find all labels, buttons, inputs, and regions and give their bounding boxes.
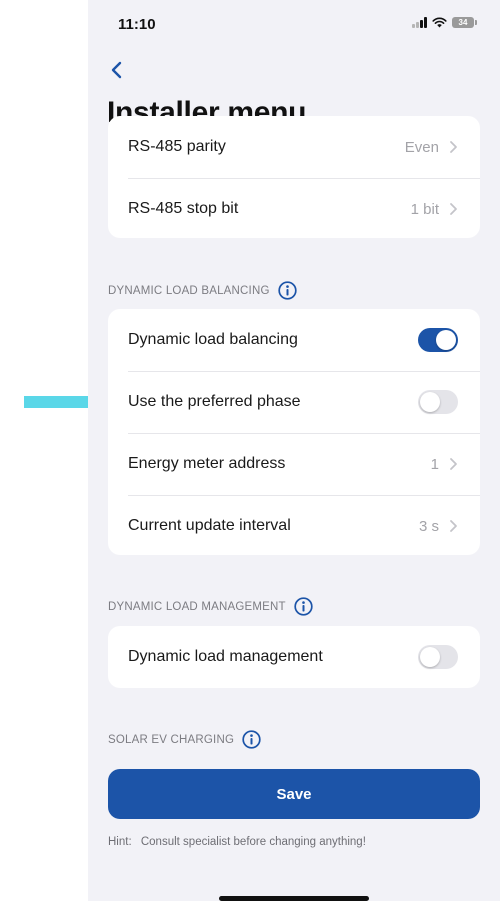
status-time: 11:10	[118, 16, 156, 33]
chevron-left-icon	[111, 61, 122, 79]
save-button[interactable]: Save	[108, 769, 480, 819]
chevron-right-icon	[450, 203, 457, 215]
rs485-settings-card: RS-485 parity Even RS-485 stop bit 1 bit	[108, 116, 480, 238]
dynamic-load-balancing-toggle[interactable]	[418, 328, 458, 352]
back-button[interactable]	[108, 58, 130, 82]
section-header-dynamic-load-balancing: DYNAMIC LOAD BALANCING	[108, 281, 297, 300]
info-icon[interactable]	[242, 730, 261, 749]
section-header-text: DYNAMIC LOAD BALANCING	[108, 284, 270, 297]
dynamic-load-balancing-row: Dynamic load balancing	[108, 309, 480, 371]
section-header-dynamic-load-management: DYNAMIC LOAD MANAGEMENT	[108, 597, 313, 616]
hint-text: Hint: Consult specialist before changing…	[108, 836, 366, 848]
current-update-interval-value: 3 s	[418, 517, 439, 535]
section-header-text: DYNAMIC LOAD MANAGEMENT	[108, 600, 286, 613]
preferred-phase-label: Use the preferred phase	[128, 393, 301, 410]
energy-meter-address-label: Energy meter address	[128, 455, 286, 472]
status-bar: 11:10 34	[88, 0, 500, 52]
signal-icon	[412, 17, 427, 28]
rs485-parity-row[interactable]: RS-485 parity Even	[108, 116, 480, 178]
info-icon[interactable]	[277, 281, 297, 300]
current-update-interval-row[interactable]: Current update interval 3 s	[108, 495, 480, 555]
section-header-solar-ev-charging: SOLAR EV CHARGING	[108, 730, 261, 749]
info-icon[interactable]	[294, 597, 313, 616]
home-indicator	[219, 896, 369, 901]
preferred-phase-toggle[interactable]	[418, 390, 458, 414]
energy-meter-address-row[interactable]: Energy meter address 1	[108, 433, 480, 495]
rs485-stop-bit-label: RS-485 stop bit	[128, 200, 239, 217]
dynamic-load-management-row: Dynamic load management	[108, 626, 480, 688]
energy-meter-address-value: 1	[430, 455, 439, 473]
rs485-parity-value: Even	[404, 138, 439, 156]
dynamic-load-balancing-card: Dynamic load balancing Use the preferred…	[108, 309, 480, 555]
rs485-parity-label: RS-485 parity	[128, 138, 226, 155]
chevron-right-icon	[450, 458, 457, 470]
battery-icon: 34	[452, 17, 477, 28]
section-header-text: SOLAR EV CHARGING	[108, 733, 235, 746]
dynamic-load-management-card: Dynamic load management	[108, 626, 480, 688]
chevron-right-icon	[450, 141, 457, 153]
dynamic-load-management-toggle[interactable]	[418, 645, 458, 669]
status-icons: 34	[412, 17, 477, 28]
phone-screen: 11:10 34 Installer menu RS-485 parity Ev…	[88, 0, 500, 901]
dynamic-load-balancing-label: Dynamic load balancing	[128, 331, 298, 348]
hint-label: Hint:	[108, 836, 132, 848]
dynamic-load-management-label: Dynamic load management	[128, 648, 323, 665]
rs485-stop-bit-value: 1 bit	[410, 200, 439, 218]
rs485-stop-bit-row[interactable]: RS-485 stop bit 1 bit	[108, 178, 480, 238]
wifi-icon	[432, 17, 447, 28]
hint-message: Consult specialist before changing anyth…	[140, 836, 366, 848]
chevron-right-icon	[450, 520, 457, 532]
preferred-phase-row: Use the preferred phase	[108, 371, 480, 433]
current-update-interval-label: Current update interval	[128, 517, 291, 534]
